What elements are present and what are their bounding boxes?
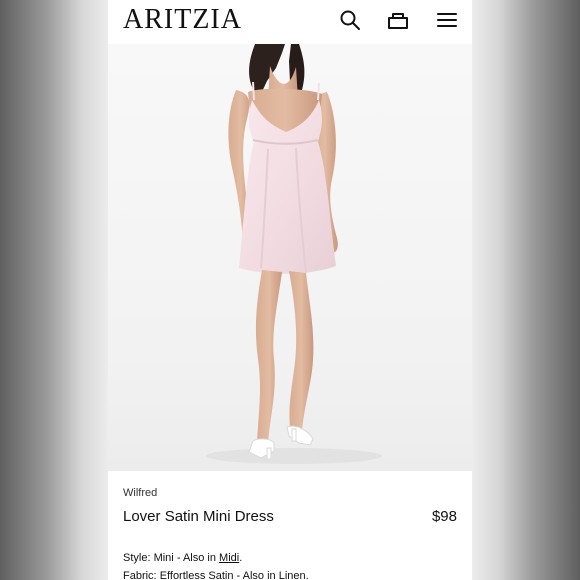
left-heel-stem	[266, 447, 272, 460]
fabric-linen-link[interactable]: Linen	[279, 570, 306, 580]
style-value: Mini	[153, 552, 174, 564]
menu-icon[interactable]	[435, 8, 459, 32]
product-info: Wilfred Lover Satin Mini Dress $98 Style…	[123, 486, 457, 580]
shopping-bag-icon[interactable]	[386, 8, 410, 32]
brand-logo[interactable]: ARITZIA	[123, 4, 242, 36]
model-photo	[206, 44, 382, 464]
fabric-value: Effortless Satin	[159, 570, 234, 580]
product-title-row: Lover Satin Mini Dress $98	[123, 507, 457, 527]
fabric-period: .	[305, 570, 309, 580]
style-detail: Style: Mini - Also in Midi.	[123, 549, 457, 567]
product-name: Lover Satin Mini Dress	[123, 508, 274, 525]
photo-frame: ARITZIA Wilfred Lover Satin Mini Dress $…	[0, 0, 580, 580]
style-also-text: Also in	[182, 552, 216, 564]
mobile-product-page: ARITZIA Wilfred Lover Satin Mini Dress $…	[108, 0, 472, 580]
menu-icon-svg	[437, 13, 457, 27]
strap-right	[317, 82, 320, 101]
left-leg	[255, 270, 282, 443]
product-image[interactable]	[108, 44, 472, 471]
search-icon[interactable]	[338, 8, 362, 32]
product-price: $98	[431, 508, 457, 525]
fabric-detail: Fabric: Effortless Satin - Also in Linen…	[123, 567, 457, 580]
style-midi-link[interactable]: Midi	[219, 552, 239, 564]
fabric-label: Fabric:	[123, 570, 157, 580]
right-heel-stem	[291, 428, 297, 442]
search-icon-svg	[340, 10, 360, 30]
strap-left	[252, 81, 255, 101]
floor-shadow	[206, 448, 382, 464]
top-navigation-bar: ARITZIA	[108, 0, 472, 44]
style-label: Style:	[123, 552, 151, 564]
right-leg	[289, 271, 314, 430]
right-heel	[286, 425, 314, 446]
product-designer: Wilfred	[123, 487, 158, 499]
shopping-bag-icon-svg	[388, 13, 408, 29]
fabric-also-text: Also in	[242, 570, 276, 580]
style-period: .	[239, 552, 243, 564]
